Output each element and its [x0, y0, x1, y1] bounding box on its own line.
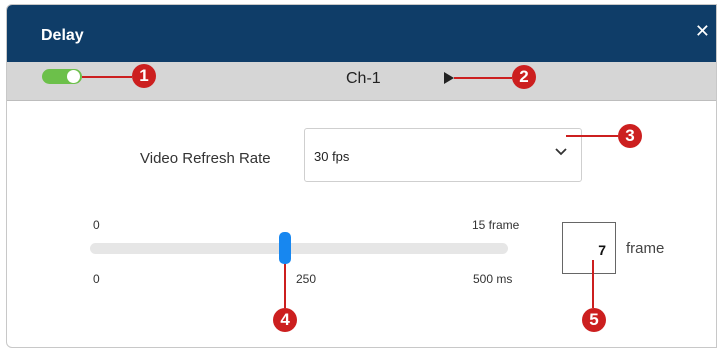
callout-1: 1 — [132, 64, 156, 88]
ms-mid-label: 250 — [296, 272, 317, 286]
delay-slider-track[interactable] — [90, 243, 508, 254]
video-refresh-rate-label: Video Refresh Rate — [140, 150, 271, 167]
callout-4: 4 — [273, 308, 298, 332]
callout-line-4 — [284, 264, 287, 308]
frame-input-value: 7 — [598, 242, 606, 258]
toggle-knob — [67, 70, 80, 83]
callout-line-3 — [566, 135, 618, 137]
frame-input[interactable]: 7 — [562, 222, 616, 274]
callout-line-5 — [592, 260, 594, 308]
channel-name: Ch-1 — [346, 70, 381, 87]
dialog-title-bar: Delay ✕ — [7, 5, 716, 62]
delay-slider-thumb[interactable] — [279, 232, 292, 264]
play-icon[interactable] — [444, 72, 454, 84]
ms-min-label: 0 — [93, 272, 100, 286]
callout-3: 3 — [618, 124, 642, 148]
frame-min-label: 0 — [93, 218, 100, 232]
close-icon[interactable]: ✕ — [695, 21, 710, 42]
callout-2: 2 — [512, 65, 536, 89]
ms-max-label: 500 ms — [473, 272, 513, 286]
callout-5: 5 — [582, 308, 606, 332]
channel-enable-toggle[interactable] — [42, 69, 82, 84]
frame-unit-label: frame — [626, 240, 665, 257]
dialog-title: Delay — [41, 27, 84, 44]
chevron-down-icon — [555, 148, 567, 156]
frame-max-label: 15 frame — [472, 218, 520, 232]
callout-line-1 — [82, 76, 132, 78]
video-refresh-rate-select[interactable]: 30 fps — [304, 128, 582, 182]
video-refresh-rate-value: 30 fps — [314, 149, 350, 164]
callout-line-2 — [454, 77, 512, 79]
